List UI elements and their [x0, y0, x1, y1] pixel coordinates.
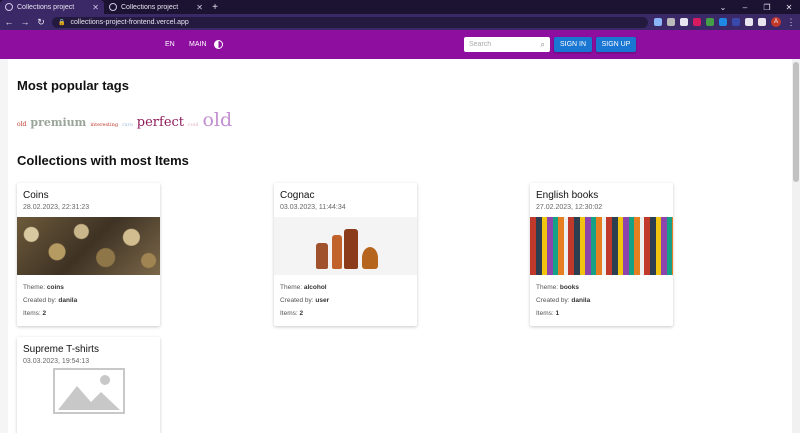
theme-label: Theme: — [536, 284, 559, 291]
browser-toolbar: ← → ↻ 🔒 collections-project-frontend.ver… — [0, 14, 800, 30]
extension-icon[interactable] — [693, 18, 701, 26]
browser-tab[interactable]: Collections project ✕ — [104, 0, 208, 14]
main-content: Most popular tags old premium interestin… — [0, 59, 792, 433]
tag[interactable]: rare — [122, 122, 133, 128]
tab-title: Collections project — [121, 3, 179, 11]
search-input[interactable] — [469, 41, 541, 48]
tag[interactable]: cool — [188, 122, 198, 128]
forward-icon[interactable]: → — [20, 17, 30, 27]
new-tab-icon[interactable]: + — [208, 0, 222, 14]
scrollbar-thumb[interactable] — [793, 62, 799, 182]
author-value: user — [315, 297, 330, 304]
created-label: Created by: — [280, 297, 314, 304]
collections-heading: Collections with most Items — [17, 153, 189, 168]
tag[interactable]: premium — [30, 116, 86, 129]
card-date: 28.02.2023, 22:31:23 — [23, 204, 90, 211]
star-icon[interactable] — [680, 18, 688, 26]
card-date: 03.03.2023, 11:44:34 — [280, 204, 346, 211]
card-date: 03.03.2023, 19:54:13 — [23, 358, 90, 365]
sign-up-button[interactable]: SIGN UP — [596, 37, 636, 52]
puzzle-icon[interactable] — [745, 18, 753, 26]
tag[interactable]: old — [17, 121, 26, 128]
theme-label: Theme: — [23, 284, 46, 291]
card-meta: Theme: coins Created by: danila Items: 2 — [17, 275, 160, 320]
close-window-icon[interactable]: ✕ — [778, 0, 800, 14]
theme-label: Theme: — [280, 284, 303, 291]
url-text: collections-project-frontend.vercel.app — [70, 18, 189, 26]
author-value: danila — [571, 297, 591, 304]
collection-card-coins[interactable]: Coins 28.02.2023, 22:31:23 Theme: coins … — [17, 183, 160, 326]
theme-value: books — [559, 284, 580, 291]
created-label: Created by: — [23, 297, 57, 304]
collection-card-tshirts[interactable]: Supreme T-shirts 03.03.2023, 19:54:13 — [17, 337, 160, 433]
sidebar-icon[interactable] — [758, 18, 766, 26]
main-link[interactable]: MAIN — [189, 41, 207, 48]
popular-tags-heading: Most popular tags — [17, 78, 129, 93]
chevron-down-icon[interactable]: ⌄ — [712, 0, 734, 14]
extension-icon[interactable] — [732, 18, 740, 26]
items-value: 2 — [299, 310, 304, 317]
collection-card-cognac[interactable]: Cognac 03.03.2023, 11:44:34 Theme: alcoh… — [274, 183, 417, 326]
items-value: 2 — [42, 310, 47, 317]
minimize-icon[interactable]: – — [734, 0, 756, 14]
browser-tab-active[interactable]: Collections project ✕ — [0, 0, 104, 14]
address-bar[interactable]: 🔒 collections-project-frontend.vercel.ap… — [52, 16, 648, 28]
reload-icon[interactable]: ↻ — [36, 17, 46, 28]
placeholder-image-icon — [17, 365, 160, 417]
sign-in-button[interactable]: SIGN IN — [554, 37, 592, 52]
back-icon[interactable]: ← — [4, 17, 14, 27]
close-icon[interactable]: ✕ — [92, 3, 99, 12]
profile-avatar[interactable]: A — [771, 17, 781, 27]
theme-toggle-icon[interactable] — [214, 40, 223, 49]
theme-value: alcohol — [303, 284, 327, 291]
collection-card-books[interactable]: English books 27.02.2023, 12:30:02 Theme… — [530, 183, 673, 326]
card-meta: Theme: alcohol Created by: user Items: 2 — [274, 275, 417, 320]
items-label: Items: — [280, 310, 298, 317]
maximize-icon[interactable]: ❐ — [756, 0, 778, 14]
tag[interactable]: perfect — [137, 115, 184, 130]
card-meta: Theme: books Created by: danila Items: 1 — [530, 275, 673, 320]
search-box[interactable]: ⌕ — [464, 37, 550, 52]
search-icon[interactable]: ⌕ — [541, 40, 545, 50]
language-switch[interactable]: EN — [165, 41, 175, 48]
extension-icons: A ⋮ — [654, 17, 796, 28]
tag-cloud: old premium interesting rare perfect coo… — [17, 109, 232, 131]
lock-icon[interactable]: 🔒 — [58, 19, 65, 26]
extension-icon[interactable] — [706, 18, 714, 26]
globe-icon — [5, 3, 13, 11]
app-header: EN MAIN ⌕ SIGN IN SIGN UP — [0, 30, 800, 59]
card-title[interactable]: English books — [530, 183, 673, 201]
card-title[interactable]: Coins — [17, 183, 160, 201]
theme-value: coins — [46, 284, 64, 291]
translate-icon[interactable] — [654, 18, 662, 26]
tag[interactable]: interesting — [90, 122, 118, 128]
items-label: Items: — [536, 310, 554, 317]
books-image — [530, 217, 673, 275]
items-value: 1 — [555, 310, 560, 317]
card-title[interactable]: Supreme T-shirts — [17, 337, 160, 355]
created-label: Created by: — [536, 297, 570, 304]
coins-image — [17, 217, 160, 275]
tag[interactable]: old — [202, 109, 232, 131]
card-title[interactable]: Cognac — [274, 183, 417, 201]
browser-tab-bar: Collections project ✕ Collections projec… — [0, 0, 800, 14]
globe-icon — [109, 3, 117, 11]
kebab-menu-icon[interactable]: ⋮ — [786, 17, 796, 28]
share-icon[interactable] — [667, 18, 675, 26]
tab-title: Collections project — [17, 3, 75, 11]
close-icon[interactable]: ✕ — [196, 3, 203, 12]
cognac-image — [274, 217, 417, 275]
items-label: Items: — [23, 310, 41, 317]
card-date: 27.02.2023, 12:30:02 — [536, 204, 603, 211]
window-controls: ⌄ – ❐ ✕ — [712, 0, 800, 14]
extension-icon[interactable] — [719, 18, 727, 26]
author-value: danila — [58, 297, 78, 304]
